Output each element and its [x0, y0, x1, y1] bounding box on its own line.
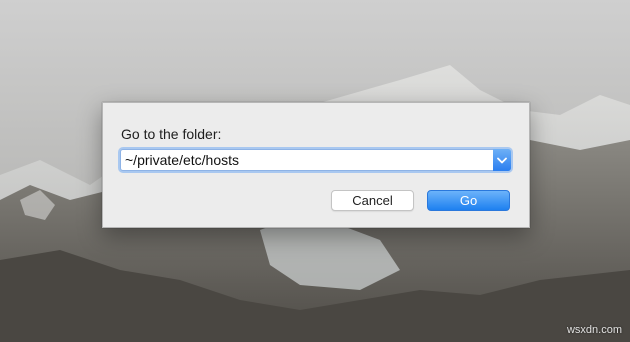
cancel-button[interactable]: Cancel — [331, 190, 414, 211]
folder-path-combobox[interactable]: ~/private/etc/hosts — [120, 149, 511, 171]
watermark-text: wsxdn.com — [566, 324, 622, 336]
go-to-folder-dialog: Go to the folder: ~/private/etc/hosts Ca… — [102, 102, 530, 228]
desktop-background: Go to the folder: ~/private/etc/hosts Ca… — [0, 0, 630, 342]
chevron-down-icon[interactable] — [493, 149, 511, 171]
go-button[interactable]: Go — [427, 190, 510, 211]
dialog-prompt: Go to the folder: — [121, 126, 222, 142]
folder-path-input[interactable]: ~/private/etc/hosts — [125, 152, 239, 168]
